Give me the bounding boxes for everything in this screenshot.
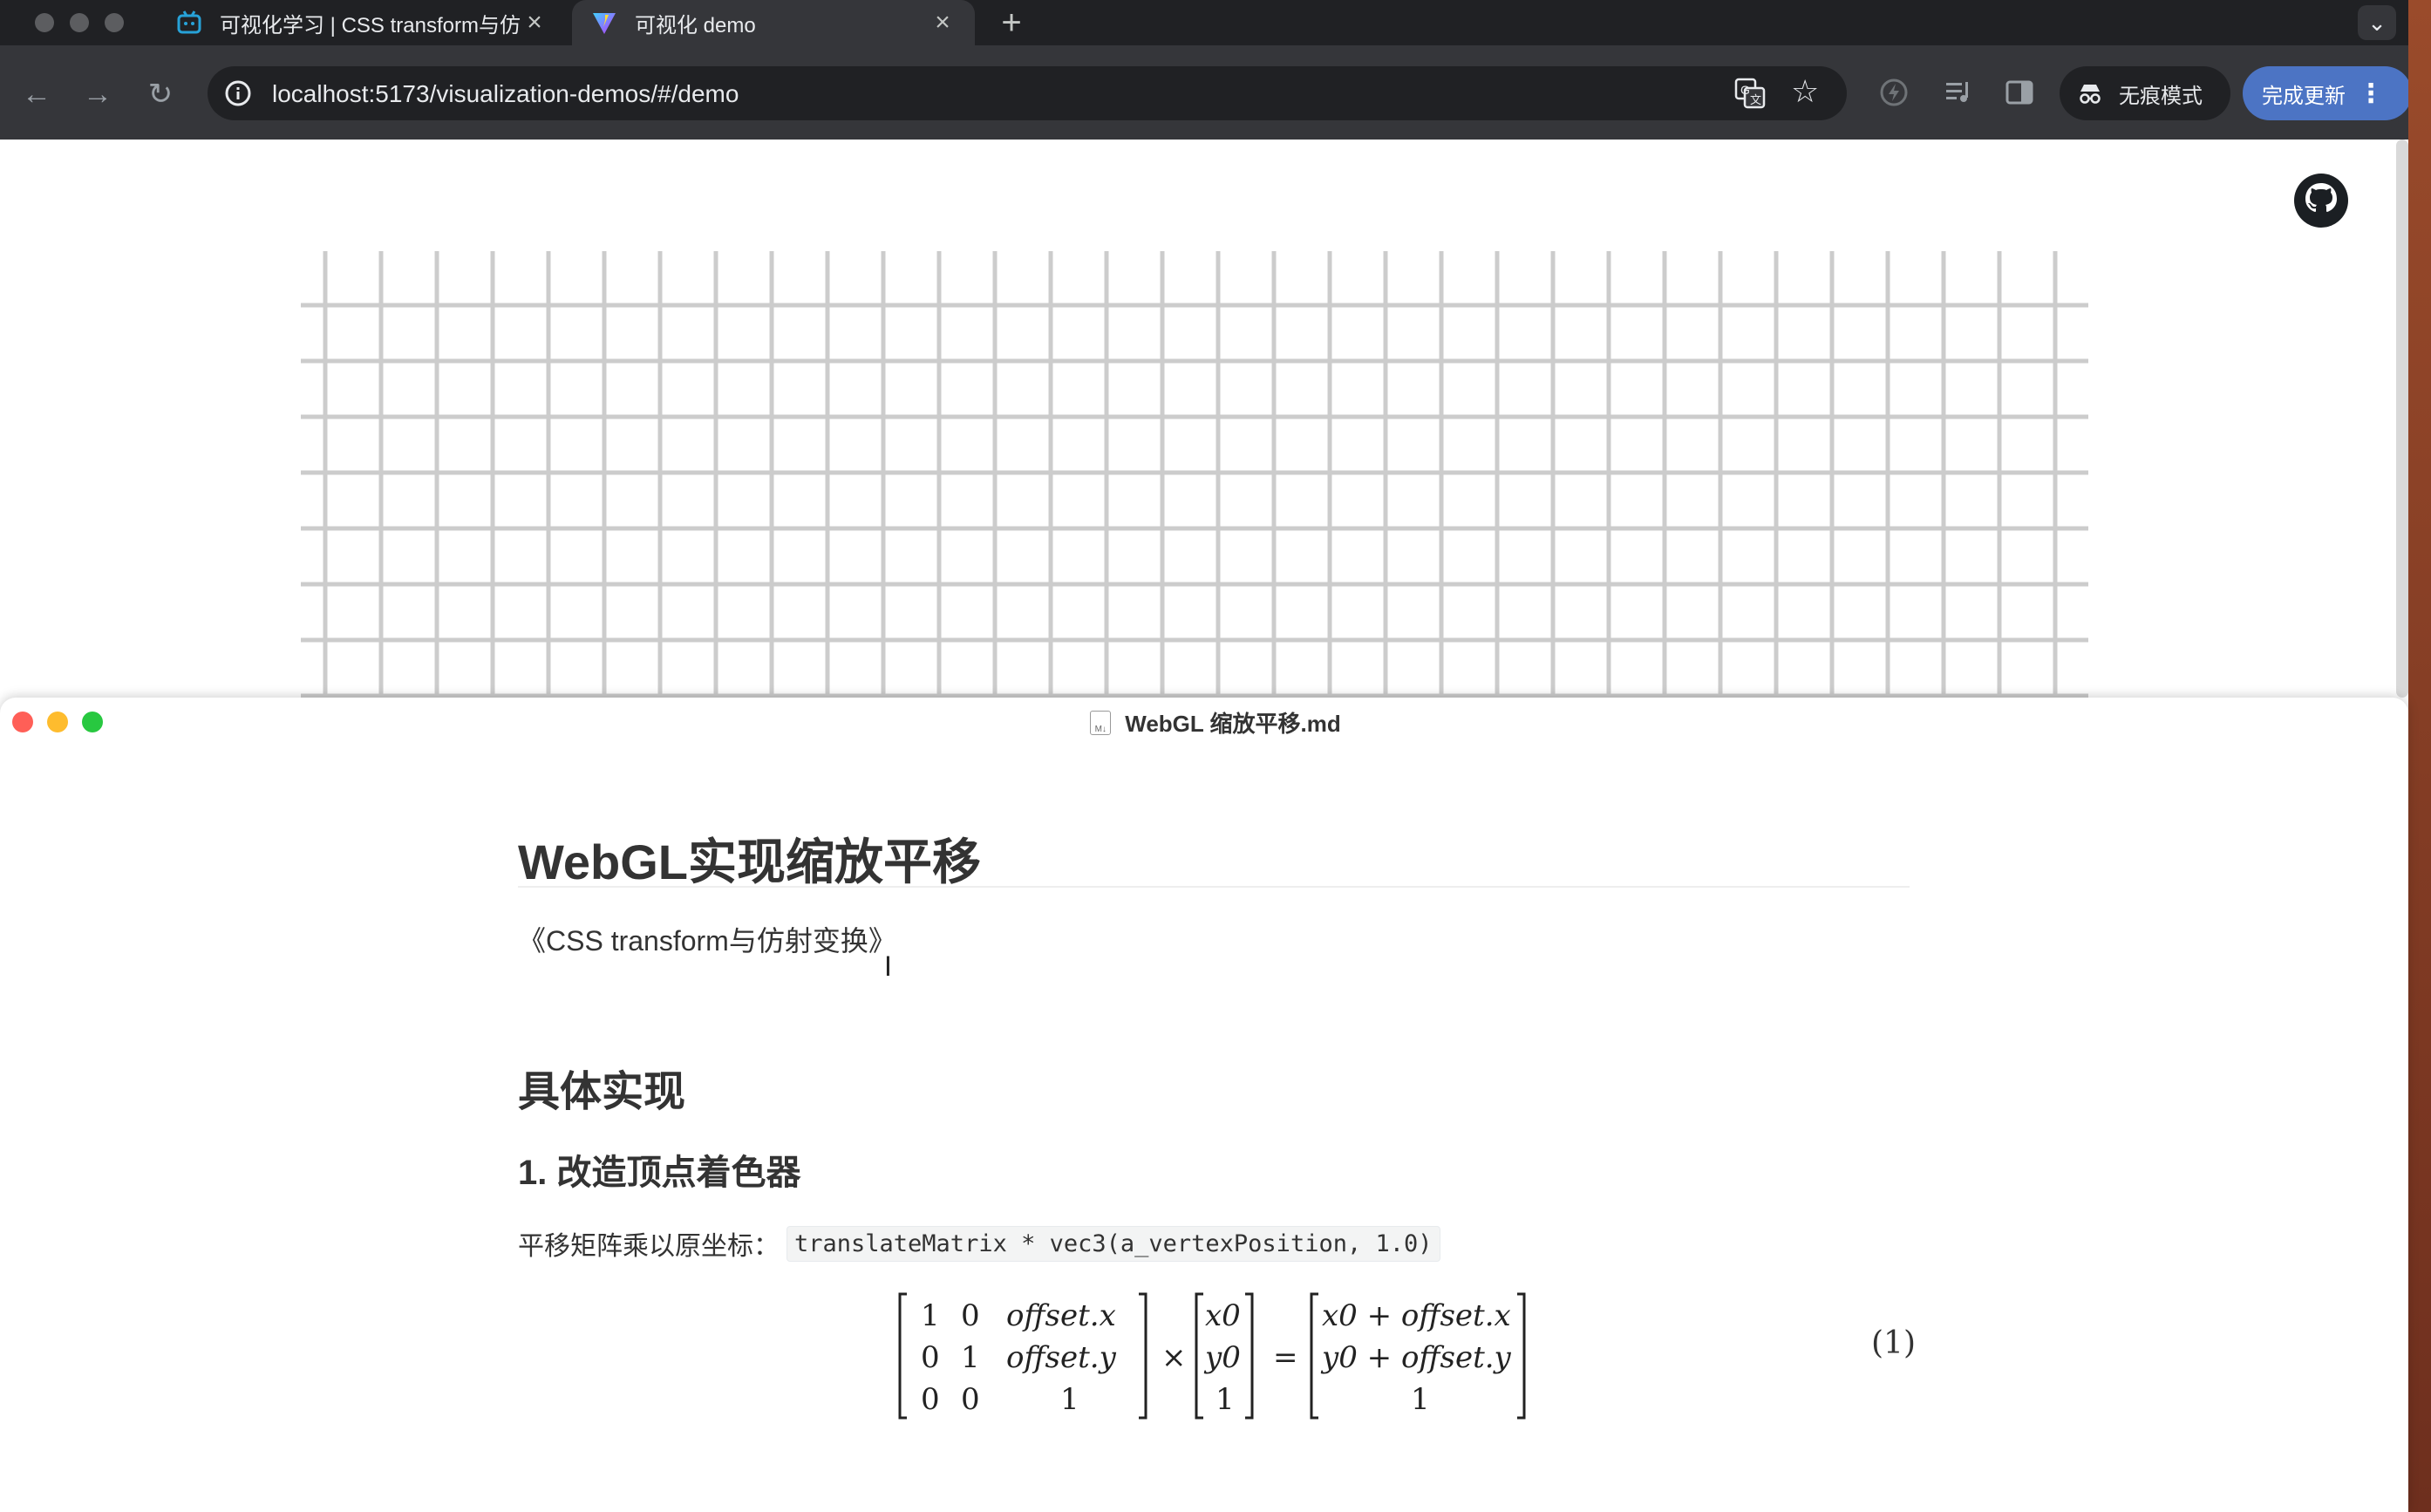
update-label: 完成更新 <box>2262 84 2346 108</box>
tab-close-icon[interactable]: × <box>521 10 548 36</box>
matrix-a-cell: 0 <box>921 1340 940 1375</box>
matrix-a-cell: offset.x <box>1006 1298 1116 1333</box>
matrix-a-cell: 1 <box>921 1298 940 1333</box>
matrix-equation: 1 0 offset.x 0 1 offset.y 0 0 1 × x0 y0 … <box>898 1292 1526 1420</box>
vector-b-cell: y0 <box>1203 1340 1241 1375</box>
browser-toolbar: ← → ↻ localhost:5173/visualization-demos… <box>0 45 2431 140</box>
window-minimize-dot[interactable] <box>70 13 89 32</box>
tab-strip: 可视化学习 | CSS transform与仿 × 可视化 demo × + ⌄ <box>0 0 2431 45</box>
formula-label: 平移矩阵乘以原坐标： <box>518 1232 780 1261</box>
new-tab-button[interactable]: + <box>996 5 1027 40</box>
matrix-a-cell: offset.y <box>1006 1340 1117 1375</box>
math-block: 1 0 offset.x 0 1 offset.y 0 0 1 × x0 y0 … <box>518 1291 1916 1421</box>
svg-text:G: G <box>1740 83 1750 97</box>
incognito-indicator[interactable]: 无痕模式 <box>2060 66 2230 120</box>
tab-bilibili[interactable]: 可视化学习 | CSS transform与仿 × <box>157 0 567 45</box>
equation-number: (1) <box>1871 1325 1916 1361</box>
window-close-dot[interactable] <box>35 13 54 32</box>
vite-logo-icon <box>591 10 617 36</box>
heading-divider <box>518 886 1910 888</box>
url-text[interactable]: localhost:5173/visualization-demos/#/dem… <box>272 80 739 108</box>
vector-b-cell: 1 <box>1216 1382 1235 1417</box>
matrix-a-cell: 1 <box>1060 1382 1079 1417</box>
forward-arrow-icon[interactable]: → <box>78 75 117 113</box>
reload-icon[interactable]: ↻ <box>141 75 180 113</box>
matrix-a-cell: 0 <box>961 1382 980 1417</box>
text-cursor-icon: I <box>884 950 892 982</box>
incognito-icon <box>2080 85 2101 104</box>
times-sign: × <box>1161 1340 1187 1375</box>
bookmark-star-icon[interactable]: ☆ <box>1791 73 1819 110</box>
equals-sign: = <box>1273 1340 1298 1375</box>
heading-2: 具体实现 <box>518 1069 686 1115</box>
heading-3: 1. 改造顶点着色器 <box>518 1154 801 1192</box>
extension-icon[interactable] <box>1876 75 1911 110</box>
media-control-icon[interactable] <box>1941 75 1976 110</box>
page-scrollbar[interactable] <box>2396 140 2408 698</box>
result-cell: x0 + offset.x <box>1322 1298 1511 1333</box>
formula-paragraph: 平移矩阵乘以原坐标： translateMatrix * vec3(a_vert… <box>518 1224 1440 1263</box>
markdown-editor-window: M↓ WebGL 缩放平移.md WebGL实现缩放平移 《CSS transf… <box>0 698 2408 1512</box>
more-menu-icon[interactable]: ⋮ <box>2358 78 2384 109</box>
tab-search-chevron-icon[interactable]: ⌄ <box>2358 5 2396 40</box>
inline-code: translateMatrix * vec3(a_vertexPosition,… <box>786 1225 1440 1262</box>
back-arrow-icon[interactable]: ← <box>17 75 56 113</box>
bilibili-tv-icon <box>176 10 202 36</box>
tab-close-icon[interactable]: × <box>930 10 956 36</box>
editor-window-title: WebGL 缩放平移.md <box>1125 711 1341 737</box>
editor-title-bar: M↓ WebGL 缩放平移.md <box>0 706 2431 739</box>
matrix-a-cell: 0 <box>921 1382 940 1417</box>
webgl-grid-canvas[interactable] <box>301 251 2088 698</box>
window-zoom-dot[interactable] <box>105 13 124 32</box>
translate-icon[interactable]: G文 <box>1733 77 1767 110</box>
svg-text:文: 文 <box>1750 94 1761 107</box>
update-button[interactable]: 完成更新 ⋮ <box>2243 66 2412 120</box>
tab-title: 可视化 demo <box>635 13 756 37</box>
matrix-a-cell: 1 <box>961 1340 980 1375</box>
web-page <box>0 140 2396 698</box>
markdown-file-icon: M↓ <box>1090 710 1112 735</box>
tab-visualization-demo[interactable]: 可视化 demo × <box>572 0 975 45</box>
matrix-a-cell: 0 <box>961 1298 980 1333</box>
incognito-label: 无痕模式 <box>2119 84 2203 108</box>
site-info-icon[interactable] <box>223 78 253 108</box>
vector-b-cell: x0 <box>1205 1298 1241 1333</box>
result-cell: 1 <box>1411 1382 1430 1417</box>
tab-title: 可视化学习 | CSS transform与仿 <box>220 13 521 37</box>
desktop-wallpaper-edge <box>2408 0 2431 1512</box>
result-cell: y0 + offset.y <box>1320 1340 1512 1375</box>
heading-1: WebGL实现缩放平移 <box>518 834 981 889</box>
github-icon[interactable] <box>2293 173 2349 228</box>
side-panel-icon[interactable] <box>2002 75 2037 110</box>
intro-paragraph: 《CSS transform与仿射变换》 <box>518 925 896 957</box>
address-bar[interactable]: localhost:5173/visualization-demos/#/dem… <box>208 66 1847 120</box>
